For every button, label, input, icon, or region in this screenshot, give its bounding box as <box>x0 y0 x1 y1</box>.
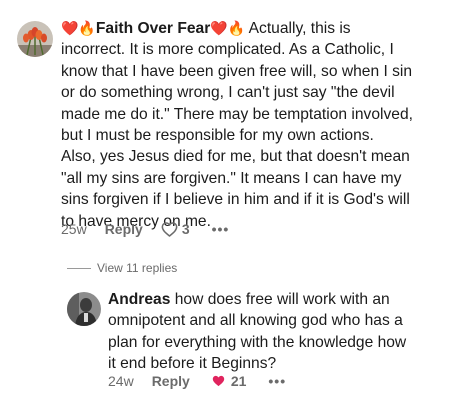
person-avatar-icon <box>67 292 101 326</box>
reply-meta: 24w Reply 21 ••• <box>108 373 286 389</box>
comment-body: ❤️🔥Faith Over Fear❤️🔥 Actually, this is … <box>61 18 466 232</box>
reply-like-count: 21 <box>230 373 247 389</box>
comment-text-line: or do something wrong, I can't just say … <box>61 84 395 102</box>
reply-avatar[interactable] <box>67 292 101 326</box>
reply-like-button[interactable]: 21 <box>212 373 247 389</box>
view-replies-button[interactable]: View 11 replies <box>67 261 177 275</box>
comment-like-button[interactable]: 3 <box>161 221 190 237</box>
reply-body: Andreas how does free will work with an … <box>108 289 468 375</box>
reply-text-line: omnipotent and all knowing god who has a <box>108 312 403 330</box>
author-emoji-left: ❤️🔥 <box>61 20 96 36</box>
reply-author[interactable]: Andreas <box>108 291 170 308</box>
reply-line-1: Andreas how does free will work with an <box>108 289 468 310</box>
comment-text-line: Actually, this is <box>248 20 351 37</box>
comment-line-1: ❤️🔥Faith Over Fear❤️🔥 Actually, this is <box>61 18 466 39</box>
reply-text-line: it end before it Beginns? <box>108 355 277 373</box>
comment-text-line: incorrect. It is more complicated. As a … <box>61 41 394 59</box>
comment-text-line: Also, yes Jesus died for me, but that do… <box>61 148 410 166</box>
comment-text-line: but I must be responsible for my own act… <box>61 127 374 145</box>
comment-text-line: know that I have been given free will, s… <box>61 62 413 80</box>
reply-text-line: plan for everything with the knowledge h… <box>108 333 407 351</box>
comment-text-line: sins forgiven if I believe in him and if… <box>61 191 410 209</box>
reply-reply-button[interactable]: Reply <box>152 373 190 389</box>
view-replies-label: View 11 replies <box>97 261 178 275</box>
reply-more-button[interactable]: ••• <box>268 373 286 389</box>
reply-timestamp: 24w <box>108 373 134 389</box>
author-emoji-right: ❤️🔥 <box>210 20 246 36</box>
comment-reply-button[interactable]: Reply <box>105 221 143 237</box>
comment-author[interactable]: Faith Over Fear <box>96 20 210 37</box>
comment-meta: 25w Reply 3 ••• <box>61 221 229 237</box>
comment-text-line: made me do it." There may be temptation … <box>61 105 413 123</box>
heart-filled-icon <box>212 375 224 387</box>
comment-more-button[interactable]: ••• <box>212 221 230 237</box>
comment-text-line: "all my sins are forgiven." It means I c… <box>61 169 402 187</box>
comment-like-count: 3 <box>181 221 190 237</box>
tulips-avatar-icon <box>17 21 53 57</box>
reply-text-line: how does free will work with an <box>174 291 390 308</box>
comment-timestamp: 25w <box>61 221 87 237</box>
comment-avatar[interactable] <box>17 21 53 57</box>
view-replies-divider <box>67 267 91 269</box>
heart-outline-icon <box>161 221 178 237</box>
